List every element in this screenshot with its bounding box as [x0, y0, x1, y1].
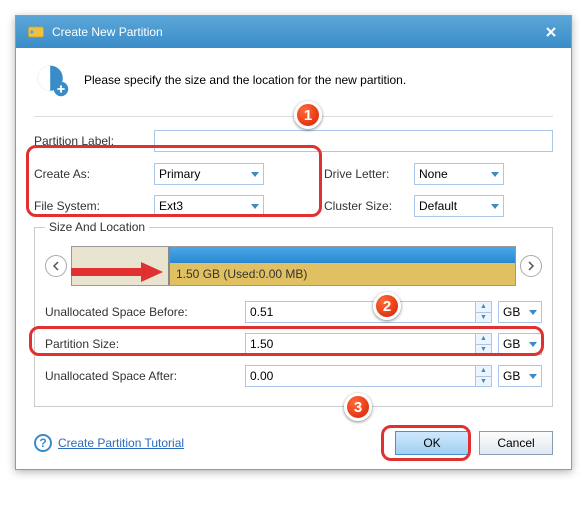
create-partition-dialog: Create New Partition Please specify the …: [15, 15, 572, 470]
unalloc-before-unit-select[interactable]: GB: [498, 301, 542, 323]
unalloc-after-unit-select[interactable]: GB: [498, 365, 542, 387]
partition-size-spinner[interactable]: ▲▼: [476, 333, 492, 355]
ok-button[interactable]: OK: [395, 431, 469, 455]
partition-size-input[interactable]: [245, 333, 476, 355]
help-icon: ?: [34, 434, 52, 452]
partition-label-input[interactable]: [154, 130, 553, 152]
chevron-down-icon: [251, 172, 259, 177]
chevron-down-icon: [529, 374, 537, 379]
file-system-select[interactable]: Ext3: [154, 195, 264, 217]
vis-right-button[interactable]: [520, 255, 542, 277]
chevron-down-icon: [491, 172, 499, 177]
partition-size-label: Partition Size:: [45, 337, 245, 351]
tutorial-link[interactable]: Create Partition Tutorial: [58, 436, 184, 450]
file-system-label: File System:: [34, 199, 154, 213]
annotation-badge-3: 3: [344, 393, 372, 421]
create-as-label: Create As:: [34, 167, 154, 181]
size-location-fieldset: Size And Location 1.50 GB (Used:0.00 MB): [34, 227, 553, 407]
partition-icon: [26, 22, 46, 42]
drive-letter-label: Drive Letter:: [324, 167, 414, 181]
unalloc-after-label: Unallocated Space After:: [45, 369, 245, 383]
vis-left-button[interactable]: [45, 255, 67, 277]
annotation-badge-1: 1: [294, 101, 322, 129]
unalloc-before-spinner[interactable]: ▲▼: [476, 301, 492, 323]
vis-partition-label: 1.50 GB (Used:0.00 MB): [170, 263, 515, 285]
unalloc-before-input[interactable]: [245, 301, 476, 323]
vis-used-bar: [170, 247, 515, 263]
partition-size-unit-select[interactable]: GB: [498, 333, 542, 355]
titlebar: Create New Partition: [16, 16, 571, 48]
chevron-right-icon: [527, 261, 535, 271]
chevron-down-icon: [491, 204, 499, 209]
annotation-badge-2: 2: [373, 292, 401, 320]
close-button[interactable]: [541, 24, 561, 40]
disk-add-icon: [34, 62, 70, 98]
cluster-size-select[interactable]: Default: [414, 195, 504, 217]
chevron-down-icon: [251, 204, 259, 209]
close-icon: [546, 27, 556, 37]
chevron-down-icon: [529, 310, 537, 315]
drive-letter-select[interactable]: None: [414, 163, 504, 185]
instruction-text: Please specify the size and the location…: [84, 73, 406, 87]
chevron-down-icon: [529, 342, 537, 347]
titlebar-title: Create New Partition: [52, 25, 163, 39]
unalloc-after-input[interactable]: [245, 365, 476, 387]
size-location-title: Size And Location: [45, 220, 149, 234]
unalloc-before-label: Unallocated Space Before:: [45, 305, 245, 319]
cluster-size-label: Cluster Size:: [324, 199, 414, 213]
cancel-button[interactable]: Cancel: [479, 431, 553, 455]
partition-label-label: Partition Label:: [34, 134, 154, 148]
annotation-arrow: [71, 260, 165, 284]
chevron-left-icon: [52, 261, 60, 271]
unalloc-after-spinner[interactable]: ▲▼: [476, 365, 492, 387]
create-as-select[interactable]: Primary: [154, 163, 264, 185]
